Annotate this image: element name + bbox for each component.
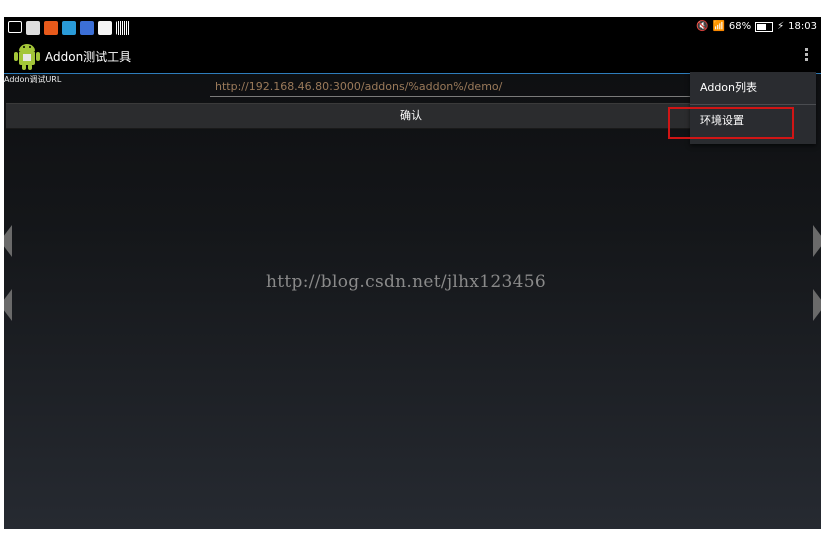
screenshot-frame: 🔇 📶 68% ⚡ 18:03 Addon测试工具 Addon调试URL htt…	[0, 0, 824, 540]
wifi-icon: 📶	[712, 21, 725, 32]
gallery-icon	[26, 21, 40, 35]
notification-count-icon	[8, 21, 22, 33]
watermark-text: http://blog.csdn.net/jlhx123456	[266, 272, 547, 292]
mute-icon: 🔇	[696, 21, 709, 32]
right-arrow-icon[interactable]	[813, 225, 821, 257]
battery-percent: 68%	[728, 21, 752, 32]
clock: 18:03	[788, 21, 817, 32]
android-app-icon	[14, 44, 40, 70]
device-screen: 🔇 📶 68% ⚡ 18:03 Addon测试工具 Addon调试URL htt…	[4, 17, 821, 529]
overflow-dot	[804, 53, 808, 56]
store-icon	[98, 21, 112, 35]
overflow-dot	[804, 58, 808, 61]
left-arrow-icon[interactable]	[4, 225, 12, 257]
url-label: Addon调试URL	[4, 75, 62, 84]
charging-icon: ⚡	[777, 21, 785, 32]
status-right-group: 🔇 📶 68% ⚡ 18:03	[696, 21, 817, 32]
overflow-dot	[804, 48, 808, 51]
left-arrow-icon[interactable]	[4, 289, 12, 321]
highlight-box	[668, 107, 794, 139]
app-title: Addon测试工具	[45, 50, 132, 64]
bird-icon	[62, 21, 76, 35]
barcode-icon	[116, 21, 130, 35]
action-bar: Addon测试工具	[4, 39, 821, 74]
overflow-menu-button[interactable]	[803, 48, 809, 64]
phone-icon	[80, 21, 94, 35]
sogou-icon	[44, 21, 58, 35]
status-bar: 🔇 📶 68% ⚡ 18:03	[4, 17, 821, 39]
menu-item-addon-list[interactable]: Addon列表	[690, 72, 816, 104]
battery-icon	[755, 21, 774, 32]
right-arrow-icon[interactable]	[813, 289, 821, 321]
